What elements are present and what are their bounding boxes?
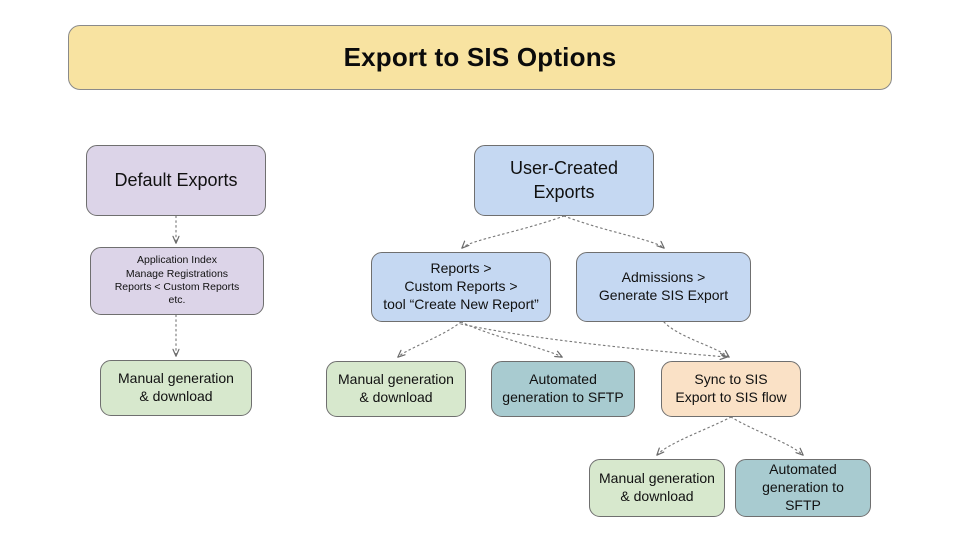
node-admissions-sis-export-path[interactable]: Admissions > Generate SIS Export bbox=[576, 252, 751, 322]
node-default-manual-generation[interactable]: Manual generation & download bbox=[100, 360, 252, 416]
edge-custom-reports-to-sync bbox=[460, 323, 727, 357]
diagram-canvas: Export to SIS Options Default Exports App… bbox=[0, 0, 960, 540]
node-user-created-exports-label: User-Created Exports bbox=[509, 158, 619, 202]
node-default-manual-generation-label: Manual generation & download bbox=[118, 370, 234, 404]
node-user-created-exports[interactable]: User-Created Exports bbox=[474, 145, 654, 216]
node-admissions-sis-export-path-label: Admissions > Generate SIS Export bbox=[598, 269, 729, 303]
edge-sync-to-sis-automated bbox=[730, 416, 803, 455]
node-sis-manual-generation[interactable]: Manual generation & download bbox=[589, 459, 725, 517]
node-custom-reports-path-label: Reports > Custom Reports > tool “Create … bbox=[383, 260, 539, 312]
node-sis-automated-sftp-label: Automated generation to SFTP bbox=[762, 461, 844, 513]
diagram-title-text: Export to SIS Options bbox=[343, 42, 617, 72]
node-reports-automated-sftp[interactable]: Automated generation to SFTP bbox=[491, 361, 635, 417]
node-default-exports-label: Default Exports bbox=[114, 169, 238, 190]
node-reports-manual-generation-label: Manual generation & download bbox=[338, 371, 454, 405]
node-reports-manual-generation[interactable]: Manual generation & download bbox=[326, 361, 466, 417]
node-sync-to-sis-export-flow[interactable]: Sync to SIS Export to SIS flow bbox=[661, 361, 801, 417]
node-default-export-locations-label: Application Index Manage Registrations R… bbox=[114, 254, 240, 307]
edge-admissions-to-sync bbox=[663, 321, 729, 357]
node-default-export-locations[interactable]: Application Index Manage Registrations R… bbox=[90, 247, 264, 315]
node-reports-automated-sftp-label: Automated generation to SFTP bbox=[502, 371, 624, 405]
node-custom-reports-path[interactable]: Reports > Custom Reports > tool “Create … bbox=[371, 252, 551, 322]
edge-user-created-to-custom-reports bbox=[462, 215, 565, 248]
node-sync-to-sis-export-flow-label: Sync to SIS Export to SIS flow bbox=[675, 371, 787, 405]
edge-sync-to-sis-manual bbox=[657, 416, 732, 455]
node-sis-manual-generation-label: Manual generation & download bbox=[599, 470, 715, 504]
edge-custom-reports-to-automated bbox=[460, 321, 562, 357]
edge-custom-reports-to-manual bbox=[398, 321, 462, 357]
node-sis-automated-sftp[interactable]: Automated generation to SFTP bbox=[735, 459, 871, 517]
diagram-title-banner: Export to SIS Options bbox=[68, 25, 892, 90]
node-default-exports[interactable]: Default Exports bbox=[86, 145, 266, 216]
edge-user-created-to-admissions bbox=[563, 215, 664, 248]
